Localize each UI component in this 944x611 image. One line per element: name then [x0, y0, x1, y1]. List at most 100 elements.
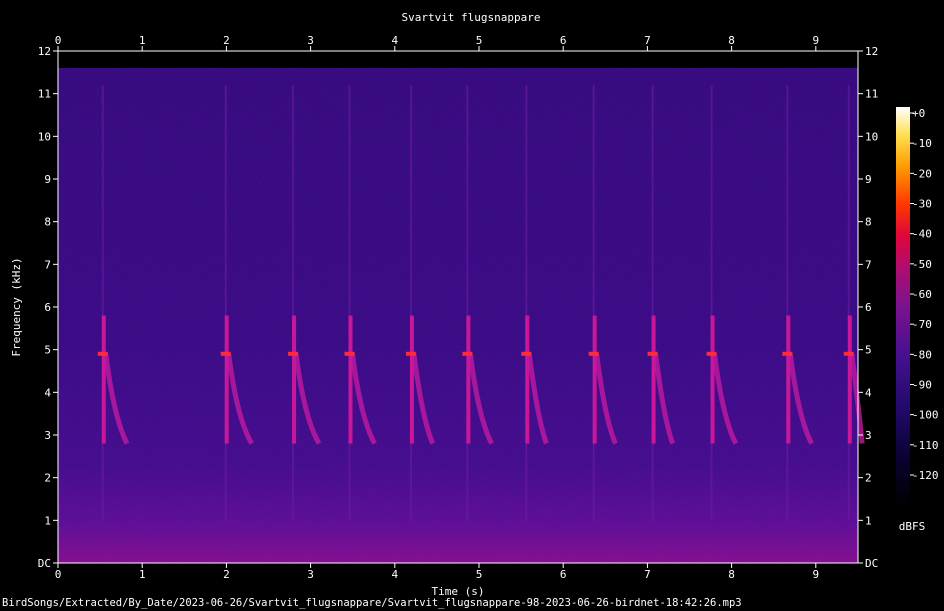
y-tick-label-left: 11 — [38, 88, 51, 101]
y-tick-label-left: DC — [38, 557, 51, 570]
colorbar-tick-label: -120 — [912, 469, 939, 482]
call-peak — [521, 351, 532, 356]
colorbar-label: dBFS — [899, 520, 926, 533]
x-tick-label-bottom: 0 — [55, 568, 62, 581]
x-tick-label-top: 4 — [391, 34, 398, 47]
call-peak — [288, 351, 299, 356]
x-tick-label-bottom: 3 — [307, 568, 314, 581]
y-tick-label-right: 4 — [865, 386, 872, 399]
y-tick-label-right: 8 — [865, 216, 872, 229]
colorbar-tick-label: -90 — [912, 379, 932, 392]
x-tick-label-bottom: 1 — [139, 568, 146, 581]
call-click-line — [847, 85, 850, 521]
x-tick-label-top: 9 — [812, 34, 819, 47]
call-onset — [592, 315, 597, 444]
call-click-line — [786, 85, 789, 521]
x-tick-label-top: 2 — [223, 34, 230, 47]
y-tick-label-right: 3 — [865, 429, 872, 442]
call-click-line — [651, 85, 654, 521]
colorbar: +0 -10 -20 -30 -40 -50 -60 -70 -80 -90 -100 -110 -12… — [896, 107, 939, 533]
call-peak — [344, 351, 355, 356]
call-onset — [292, 315, 297, 444]
call-peak — [405, 351, 416, 356]
spectrogram-noise — [58, 68, 858, 563]
call-peak — [782, 351, 793, 356]
x-tick-label-top: 8 — [728, 34, 735, 47]
y-tick-label-right: DC — [865, 557, 878, 570]
y-tick-label-right: 5 — [865, 344, 872, 357]
call-onset — [348, 315, 353, 444]
call-peak — [647, 351, 658, 356]
colorbar-tick-label: -100 — [912, 409, 939, 422]
chart-title: Svartvit flugsnappare — [401, 11, 540, 24]
call-onset — [786, 315, 791, 444]
plot-area — [57, 50, 865, 564]
colorbar-ticks: +0 -10 -20 -30 -40 -50 -60 -70 -80 -90 -100 -110 -12… — [910, 107, 939, 482]
call-peak — [97, 351, 108, 356]
x-tick-label-bottom: 2 — [223, 568, 230, 581]
y-tick-label-left: 6 — [44, 301, 51, 314]
call-peak — [706, 351, 717, 356]
y-tick-label-right: 11 — [865, 88, 878, 101]
colorbar-tick-label: -80 — [912, 348, 932, 361]
call-onset — [101, 315, 106, 444]
call-click-line — [525, 85, 528, 521]
colorbar-tick-label: -30 — [912, 198, 932, 211]
colorbar-tick-label: -70 — [912, 318, 932, 331]
x-tick-label-top: 6 — [560, 34, 567, 47]
x-tick-label-top: 5 — [476, 34, 483, 47]
colorbar-tick-label: -110 — [912, 439, 939, 452]
y-tick-label-right: 2 — [865, 472, 872, 485]
x-tick-label-top: 1 — [139, 34, 146, 47]
y-tick-label-left: 7 — [44, 258, 51, 271]
y-tick-label-left: 2 — [44, 472, 51, 485]
y-tick-label-right: 10 — [865, 130, 878, 143]
colorbar-tick-label: +0 — [912, 107, 925, 120]
call-peak — [462, 351, 473, 356]
x-tick-label-bottom: 6 — [560, 568, 567, 581]
x-tick-label-bottom: 5 — [476, 568, 483, 581]
colorbar-tick-label: -20 — [912, 167, 932, 180]
x-tick-label-bottom: 9 — [812, 568, 819, 581]
call-click-line — [101, 85, 104, 521]
x-tick-label-top: 7 — [644, 34, 651, 47]
call-peak — [220, 351, 231, 356]
colorbar-tick-label: -40 — [912, 228, 932, 241]
call-click-line — [348, 85, 351, 521]
y-tick-label-right: 6 — [865, 301, 872, 314]
x-tick-label-top: 3 — [307, 34, 314, 47]
y-tick-label-right: 7 — [865, 258, 872, 271]
y-tick-label-right: 1 — [865, 514, 872, 527]
call-click-line — [466, 85, 469, 521]
call-click-line — [292, 85, 295, 521]
y-tick-label-right: 9 — [865, 173, 872, 186]
y-tick-label-left: 4 — [44, 386, 51, 399]
call-click-line — [592, 85, 595, 521]
call-click-line — [710, 85, 713, 521]
file-path: BirdSongs/Extracted/By_Date/2023-06-26/S… — [2, 597, 742, 609]
call-onset — [466, 315, 471, 444]
x-tick-label-bottom: 8 — [728, 568, 735, 581]
y-tick-label-right: 12 — [865, 45, 878, 58]
x-tick-label-top: 0 — [55, 34, 62, 47]
y-tick-label-left: 1 — [44, 514, 51, 527]
y-tick-label-left: 12 — [38, 45, 51, 58]
call-onset — [224, 315, 229, 444]
call-peak — [588, 351, 599, 356]
colorbar-gradient — [896, 107, 910, 507]
y-tick-label-left: 10 — [38, 130, 51, 143]
x-tick-label-bottom: 4 — [391, 568, 398, 581]
colorbar-tick-label: -50 — [912, 258, 932, 271]
call-onset — [651, 315, 656, 444]
colorbar-tick-label: -10 — [912, 137, 932, 150]
call-onset — [409, 315, 414, 444]
y-tick-label-left: 8 — [44, 216, 51, 229]
call-click-line — [224, 85, 227, 521]
call-click-line — [409, 85, 412, 521]
call-peak — [843, 351, 854, 356]
x-tick-label-bottom: 7 — [644, 568, 651, 581]
y-tick-label-left: 9 — [44, 173, 51, 186]
y-axis-label: Frequency (kHz) — [10, 257, 23, 356]
y-tick-label-left: 3 — [44, 429, 51, 442]
call-onset — [525, 315, 530, 444]
